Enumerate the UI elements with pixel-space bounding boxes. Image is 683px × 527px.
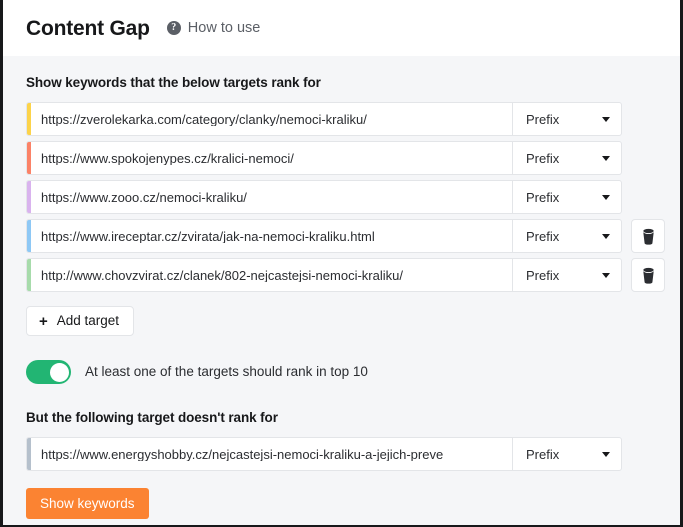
target-accent-bar bbox=[27, 103, 31, 135]
exclude-accent-bar bbox=[27, 438, 31, 470]
target-row: https://zverolekarka.com/category/clanky… bbox=[26, 102, 657, 136]
show-keywords-label: Show keywords bbox=[40, 495, 135, 511]
chevron-down-icon bbox=[602, 451, 610, 457]
target-accent-bar bbox=[27, 181, 31, 213]
target-url-input[interactable]: https://www.spokojenypes.cz/kralici-nemo… bbox=[26, 141, 512, 175]
target-row: http://www.chovzvirat.cz/clanek/802-nejc… bbox=[26, 258, 665, 292]
target-url-input[interactable]: http://www.chovzvirat.cz/clanek/802-nejc… bbox=[26, 258, 512, 292]
target-match-mode-select[interactable]: Prefix bbox=[512, 141, 622, 175]
target-row: https://www.spokojenypes.cz/kralici-nemo… bbox=[26, 141, 657, 175]
top10-toggle[interactable] bbox=[26, 360, 71, 384]
top10-toggle-row: At least one of the targets should rank … bbox=[26, 360, 657, 384]
target-match-mode-value: Prefix bbox=[526, 111, 560, 127]
target-match-mode-value: Prefix bbox=[526, 189, 560, 205]
delete-target-button[interactable] bbox=[631, 258, 665, 292]
delete-placeholder bbox=[631, 141, 665, 175]
how-to-use-label: How to use bbox=[187, 19, 261, 36]
chevron-down-icon bbox=[602, 272, 610, 278]
top10-toggle-label: At least one of the targets should rank … bbox=[85, 364, 368, 380]
how-to-use-link[interactable]: ? How to use bbox=[166, 19, 261, 36]
target-url-value: https://www.ireceptar.cz/zvirata/jak-na-… bbox=[41, 229, 375, 243]
chevron-down-icon bbox=[602, 155, 610, 161]
content-gap-form: Show keywords that the below targets ran… bbox=[3, 56, 680, 519]
exclude-target-row: https://www.energyshobby.cz/nejcastejsi-… bbox=[26, 437, 657, 471]
target-url-input[interactable]: https://zverolekarka.com/category/clanky… bbox=[26, 102, 512, 136]
chevron-down-icon bbox=[602, 194, 610, 200]
target-url-value: https://www.zooo.cz/nemoci-kraliku/ bbox=[41, 190, 247, 204]
target-row: https://www.zooo.cz/nemoci-kraliku/ Pref… bbox=[26, 180, 657, 214]
delete-placeholder bbox=[631, 180, 665, 214]
exclude-url-input[interactable]: https://www.energyshobby.cz/nejcastejsi-… bbox=[26, 437, 512, 471]
page-header: Content Gap ? How to use bbox=[3, 0, 680, 56]
chevron-down-icon bbox=[602, 233, 610, 239]
delete-placeholder bbox=[631, 437, 665, 471]
exclude-url-value: https://www.energyshobby.cz/nejcastejsi-… bbox=[41, 447, 444, 461]
target-accent-bar bbox=[27, 259, 31, 291]
trash-icon bbox=[642, 228, 654, 245]
target-match-mode-select[interactable]: Prefix bbox=[512, 102, 622, 136]
plus-icon: + bbox=[39, 312, 48, 330]
target-url-value: https://www.spokojenypes.cz/kralici-nemo… bbox=[41, 151, 294, 165]
delete-placeholder bbox=[631, 102, 665, 136]
target-match-mode-select[interactable]: Prefix bbox=[512, 180, 622, 214]
include-section-label: Show keywords that the below targets ran… bbox=[26, 75, 321, 90]
delete-target-button[interactable] bbox=[631, 219, 665, 253]
toggle-knob bbox=[49, 362, 69, 382]
target-match-mode-value: Prefix bbox=[526, 267, 560, 283]
question-circle-icon: ? bbox=[166, 21, 181, 35]
target-accent-bar bbox=[27, 142, 31, 174]
target-url-input[interactable]: https://www.ireceptar.cz/zvirata/jak-na-… bbox=[26, 219, 512, 253]
target-match-mode-select[interactable]: Prefix bbox=[512, 258, 622, 292]
target-match-mode-select[interactable]: Prefix bbox=[512, 219, 622, 253]
add-target-label: Add target bbox=[56, 313, 120, 329]
trash-icon bbox=[642, 267, 654, 284]
exclude-match-mode-value: Prefix bbox=[526, 446, 560, 462]
target-url-input[interactable]: https://www.zooo.cz/nemoci-kraliku/ bbox=[26, 180, 512, 214]
add-target-button[interactable]: + Add target bbox=[26, 306, 135, 336]
content-gap-window: Content Gap ? How to use Show keywords t… bbox=[0, 0, 683, 527]
chevron-down-icon bbox=[602, 116, 610, 122]
target-url-value: http://www.chovzvirat.cz/clanek/802-nejc… bbox=[41, 268, 403, 282]
show-keywords-button[interactable]: Show keywords bbox=[26, 488, 149, 519]
exclude-match-mode-select[interactable]: Prefix bbox=[512, 437, 622, 471]
exclude-section-label: But the following target doesn't rank fo… bbox=[26, 410, 278, 425]
target-row: https://www.ireceptar.cz/zvirata/jak-na-… bbox=[26, 219, 665, 253]
target-match-mode-value: Prefix bbox=[526, 150, 560, 166]
page-title: Content Gap bbox=[26, 16, 150, 40]
target-accent-bar bbox=[27, 220, 31, 252]
target-url-value: https://zverolekarka.com/category/clanky… bbox=[41, 112, 367, 126]
target-match-mode-value: Prefix bbox=[526, 228, 560, 244]
